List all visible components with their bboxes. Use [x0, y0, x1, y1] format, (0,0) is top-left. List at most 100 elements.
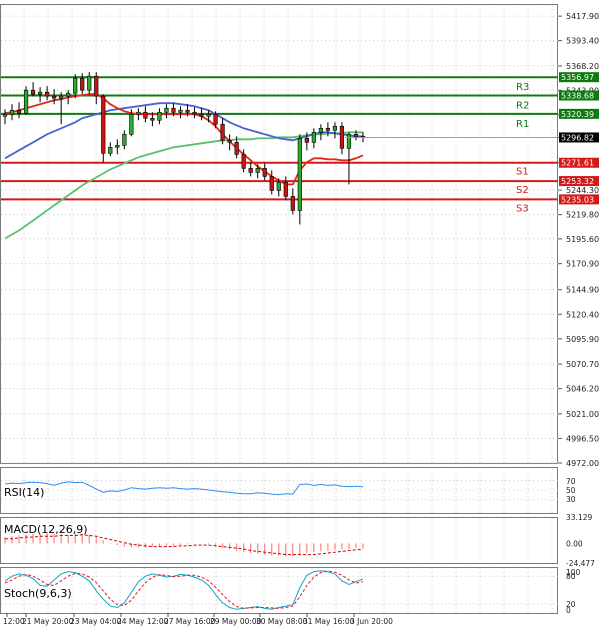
pivot-label-r1: R1: [516, 119, 529, 130]
rsi-y-tick: 70: [566, 477, 576, 486]
pivot-label-s3: S3: [516, 203, 529, 214]
candle-body: [227, 139, 232, 143]
candle-body: [23, 89, 29, 114]
y-tick-label: 5095.90: [566, 335, 599, 344]
candle-body: [129, 113, 134, 135]
stoch-y-tick: 0: [566, 606, 571, 615]
candle-body: [276, 182, 281, 191]
pivot-tag-r2: 5338.68: [561, 92, 594, 101]
candle-body: [73, 77, 78, 94]
pivot-tag-r1: 5320.39: [561, 110, 594, 119]
candle-body: [325, 127, 331, 131]
candle-body: [178, 109, 183, 113]
pivot-label-r3: R3: [516, 82, 529, 93]
y-tick-label: 5046.20: [566, 385, 599, 394]
candle-body: [164, 107, 169, 113]
y-tick-label: 5070.70: [566, 360, 599, 369]
candle-body: [80, 77, 85, 91]
candle-body: [332, 125, 338, 131]
x-tick-label: 24 May 12:00: [117, 617, 169, 626]
candle-body: [30, 89, 36, 95]
candle-body: [66, 92, 71, 97]
y-tick-label: 5368.20: [566, 62, 599, 71]
y-tick-label: 4996.50: [566, 434, 599, 443]
rsi-y-tick: 30: [566, 495, 576, 504]
y-tick-label: 5417.90: [566, 12, 599, 21]
candle-body: [353, 133, 359, 137]
candle-body: [269, 176, 274, 191]
candle-body: [157, 111, 162, 121]
candle-body: [16, 109, 22, 114]
macd-title: MACD(12,26,9): [4, 523, 88, 536]
candle-body: [206, 113, 211, 117]
candle-body: [346, 133, 352, 149]
x-tick-label: 30 May 08:00: [256, 617, 308, 626]
rsi-y-tick: 50: [566, 486, 576, 495]
macd-y-tick: 0.00: [566, 539, 583, 548]
candle-body: [143, 111, 148, 119]
x-tick-label: 29 May 00:00: [210, 617, 262, 626]
candle-body: [283, 182, 288, 197]
candle-body: [192, 111, 197, 115]
trading-chart: 5417.905393.405368.205343.905319.405296.…: [0, 0, 600, 626]
macd-y-tick: 33.129: [566, 513, 592, 522]
candle-body: [136, 111, 141, 115]
pivot-tag-r3: 5356.97: [561, 73, 594, 82]
y-tick-label: 5144.90: [566, 286, 599, 295]
x-tick-label: 23 May 04:00: [70, 617, 122, 626]
candle-body: [262, 168, 267, 177]
y-tick-label: 5393.40: [566, 37, 599, 46]
candle-body: [290, 196, 295, 211]
candle-body: [248, 168, 253, 173]
rsi-title: RSI(14): [4, 486, 44, 499]
pivot-tag-s1: 5271.61: [561, 159, 594, 168]
candle-body: [150, 117, 155, 121]
chart-canvas: 5417.905393.405368.205343.905319.405296.…: [0, 4, 599, 626]
y-tick-label: 5021.00: [566, 410, 599, 419]
candle-body: [101, 95, 106, 154]
candle-body: [108, 147, 113, 154]
candle-body: [52, 95, 57, 99]
panel-frame-main: [0, 4, 558, 464]
y-tick-label: 5195.60: [566, 235, 599, 244]
pivot-label-s1: S1: [516, 167, 529, 178]
pivot-tag-s2: 5253.32: [561, 177, 594, 186]
candle-body: [122, 133, 127, 146]
current-price-tag: 5296.82: [561, 133, 594, 142]
candle-body: [255, 168, 260, 173]
candle-body: [304, 137, 309, 143]
candle-body: [87, 75, 92, 91]
candle-body: [213, 113, 218, 125]
y-tick-label: 5244.30: [566, 186, 599, 195]
x-tick-label: 27 May 16:00: [164, 617, 216, 626]
candle-body: [234, 142, 239, 155]
x-tick-label: 21 May 20:00: [22, 617, 74, 626]
candle-body: [241, 154, 246, 169]
candle-body: [59, 95, 64, 99]
candle-body: [311, 131, 316, 143]
candle-body: [220, 123, 225, 141]
candle-body: [297, 137, 302, 211]
stoch-title: Stoch(9,6,3): [4, 587, 72, 600]
pivot-label-s2: S2: [516, 185, 529, 196]
candle-body: [9, 109, 15, 115]
y-tick-label: 5170.90: [566, 260, 599, 269]
candle-body: [37, 91, 43, 95]
y-tick-label: 5120.40: [566, 310, 599, 319]
stoch-y-tick: 80: [566, 572, 576, 581]
y-tick-label: 5219.80: [566, 211, 599, 220]
candle-body: [2, 113, 8, 117]
macd-y-tick: -24.477: [566, 559, 595, 568]
candle-body: [45, 91, 50, 97]
x-tick-label: 31 May 16:00: [303, 617, 355, 626]
x-tick-label: 3 Jun 20:00: [350, 617, 393, 626]
candle-body: [318, 127, 323, 133]
candle-body: [115, 145, 120, 148]
y-tick-label: 4972.00: [566, 459, 599, 468]
candle-body: [185, 109, 190, 113]
pivot-tag-s3: 5235.03: [561, 195, 594, 204]
candle-body: [339, 125, 345, 149]
candle-body: [94, 75, 99, 97]
candle-body: [199, 113, 204, 117]
pivot-label-r2: R2: [516, 101, 529, 112]
